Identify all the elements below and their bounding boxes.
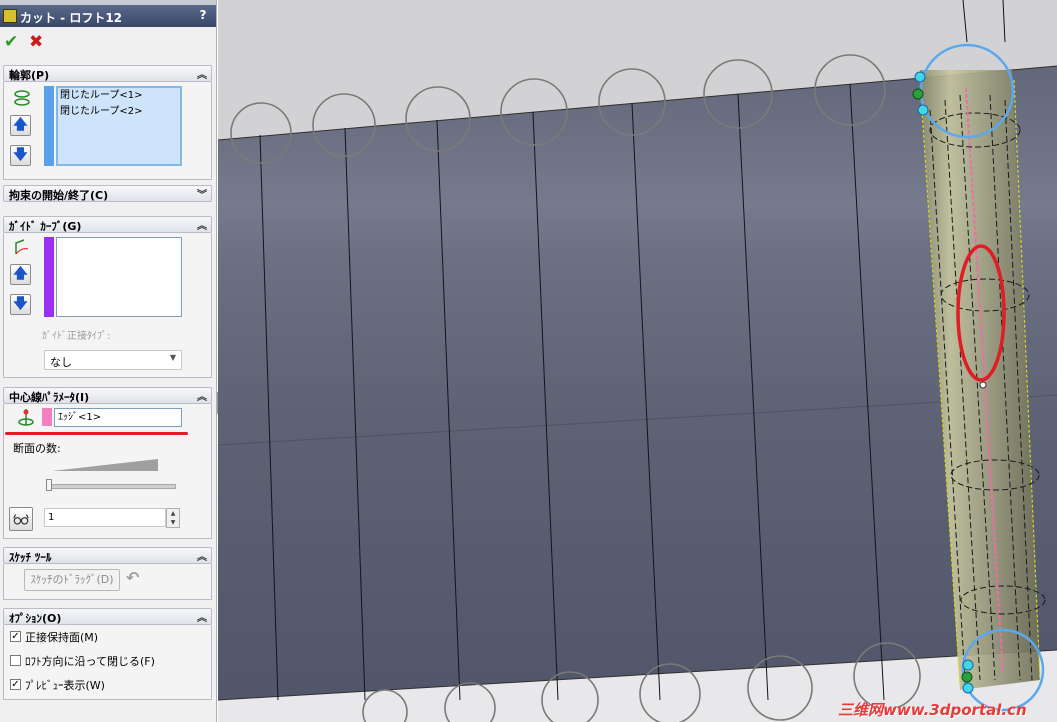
tangent-type-select[interactable]: なし ▼ [44,350,182,370]
move-down-button[interactable]: 🡇 [10,294,31,315]
show-preview-checkbox[interactable]: ✓ [10,679,21,690]
title-bar: カット - ロフト12 ? [0,5,216,27]
tangent-surface-checkbox[interactable]: ✓ [10,631,21,642]
profile-icon [14,90,30,106]
sections-count-label: 断面の数: [13,442,61,455]
profile-section-header[interactable]: 輪郭(P) ︽ [3,65,212,82]
tangent-type-label: ｶﾞｲﾄﾞ正接ﾀｲﾌﾟ: [42,331,111,342]
profile-list[interactable]: 閉じたループ<1> 閉じたループ<2> [56,86,182,166]
sections-slider-thumb[interactable] [46,479,52,491]
density-wedge [52,459,158,471]
close-loft-label: ﾛﾌﾄ方向に沿って閉じる(F) [25,655,155,668]
collapse-chevron-icon: ︽ [197,552,207,563]
start-end-section-header[interactable]: 拘束の開始/終了(C) ︾ [3,185,212,202]
drag-sketch-button[interactable]: ｽｹｯﾁのﾄﾞﾗｯｸﾞ(D) [24,569,120,591]
collapse-chevron-icon: ︽ [197,613,207,624]
sections-slider-track[interactable] [46,484,176,489]
centerline-section-header[interactable]: 中心線ﾊﾟﾗﾒｰﾀ(I) ︽ [3,387,212,404]
property-manager: カット - ロフト12 ? ✔ ✖ 輪郭(P) ︽ 🡅 🡇 閉じたループ<1> … [0,0,217,722]
ok-button[interactable]: ✔ [4,33,22,51]
move-up-button[interactable]: 🡅 [10,264,31,285]
options-section-header[interactable]: ｵﾌﾟｼｮﾝ(O) ︽ [3,608,212,625]
guide-curve-list[interactable] [56,237,182,317]
undo-icon[interactable]: ↶ [126,568,139,587]
chevron-down-icon: ▼ [169,353,176,362]
list-item[interactable]: 閉じたループ<1> [58,88,180,104]
sections-spinner[interactable]: ▲ ▼ [166,508,180,528]
help-button[interactable]: ? [196,8,210,23]
tangent-surface-label: 正接保持面(M) [25,631,99,644]
centerline-icon [18,409,34,426]
profile-section-label: 輪郭(P) [9,69,50,82]
sketch-tools-section-label: ｽｹｯﾁ ﾂｰﾙ [9,551,52,564]
tangent-type-value: なし [50,356,72,369]
options-section-label: ｵﾌﾟｼｮﾝ(O) [9,612,62,625]
move-up-button[interactable]: 🡅 [10,115,31,136]
guide-section-label: ｶﾞｲﾄﾞ ｶｰﾌﾞ(G) [9,220,82,233]
show-preview-label: ﾌﾟﾚﾋﾞｭｰ表示(W) [25,679,105,692]
profile-section-body: 🡅 🡇 閉じたループ<1> 閉じたループ<2> [3,82,212,180]
collapse-chevron-icon: ︽ [197,392,207,403]
model-view[interactable] [218,0,1057,722]
collapse-chevron-icon: ︽ [197,221,207,232]
guide-section-header[interactable]: ｶﾞｲﾄﾞ ｶｰﾌﾞ(G) ︽ [3,216,212,233]
profile-color-bar [44,86,54,166]
glasses-preview-icon[interactable] [9,507,33,531]
guide-curve-icon [15,239,29,255]
sketch-tools-section-body: ｽｹｯﾁのﾄﾞﾗｯｸﾞ(D) ↶ [3,564,212,600]
move-down-button[interactable]: 🡇 [10,145,31,166]
centerline-section-label: 中心線ﾊﾟﾗﾒｰﾀ(I) [9,391,90,404]
sections-count-input[interactable]: 1 [44,508,166,527]
watermark: 三维网www.3dportal.cn [838,701,1027,719]
centerline-edge-field[interactable]: ｴｯｼﾞ<1> [54,408,182,427]
options-section-body: ✓ 正接保持面(M) ﾛﾌﾄ方向に沿って閉じる(F) ✓ ﾌﾟﾚﾋﾞｭｰ表示(W… [3,625,212,700]
centerline-section-body: ｴｯｼﾞ<1> 断面の数: 1 ▲ ▼ [3,404,212,539]
expand-chevron-icon: ︾ [197,190,207,201]
start-end-section-label: 拘束の開始/終了(C) [9,189,109,202]
centerline-color-bar [42,408,52,426]
list-item[interactable]: 閉じたループ<2> [58,104,180,120]
collapse-chevron-icon: ︽ [197,70,207,81]
cancel-button[interactable]: ✖ [29,33,47,51]
sketch-tools-section-header[interactable]: ｽｹｯﾁ ﾂｰﾙ ︽ [3,547,212,564]
guide-color-bar [44,237,54,317]
red-underline-annotation [5,432,188,435]
feature-title: カット - ロフト12 [20,11,123,25]
guide-section-body: 🡅 🡇 ｶﾞｲﾄﾞ正接ﾀｲﾌﾟ: なし ▼ [3,233,212,378]
loft-cut-icon [3,9,17,23]
close-loft-checkbox[interactable] [10,655,21,666]
graphics-viewport[interactable] [218,0,1057,722]
